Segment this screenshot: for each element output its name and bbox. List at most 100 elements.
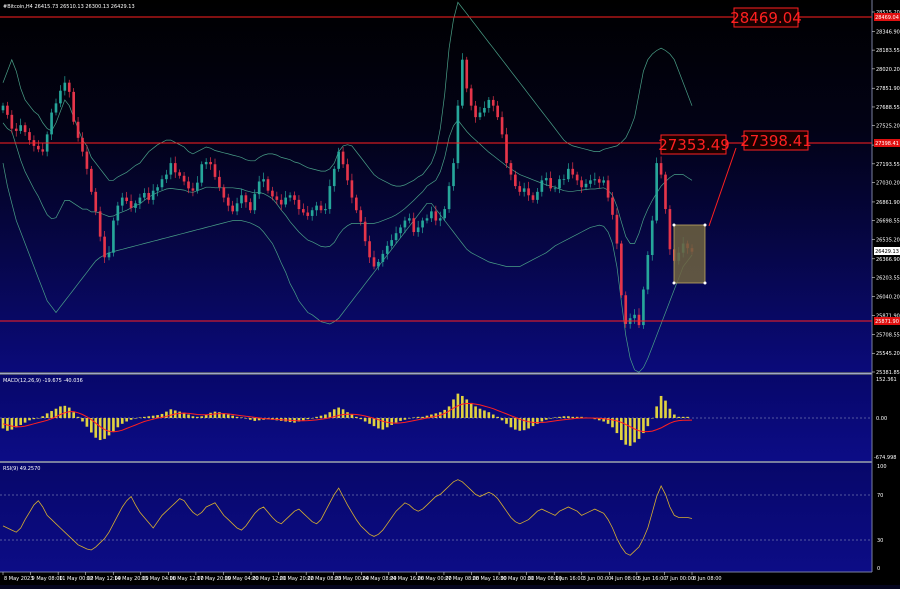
- zone-handle[interactable]: [672, 223, 676, 227]
- candle: [452, 158, 455, 191]
- rsi-axis-tick: 70: [877, 493, 883, 499]
- macd-bar: [196, 416, 199, 418]
- candle: [642, 286, 645, 329]
- macd-bar: [125, 418, 128, 422]
- candle-body: [642, 289, 645, 326]
- candle-body: [191, 188, 195, 191]
- macd-bar: [112, 418, 115, 432]
- macd-bar: [355, 416, 358, 418]
- candle-body: [37, 145, 40, 150]
- candle-body: [505, 134, 508, 164]
- candle-body: [430, 211, 433, 219]
- candle-body: [496, 105, 499, 118]
- price-tick-label: 27525.20: [876, 124, 900, 130]
- macd-bar: [23, 418, 27, 423]
- candle: [90, 165, 93, 195]
- macd-bar: [447, 406, 451, 418]
- zone-handle[interactable]: [672, 281, 676, 285]
- candle-body: [584, 183, 588, 188]
- price-tick-label: 26366.90: [876, 257, 900, 263]
- price-tick-label: 27030.20: [876, 181, 900, 187]
- candle-body: [156, 187, 159, 191]
- macd-bar: [45, 413, 49, 418]
- candle-body: [240, 195, 243, 204]
- macd-bar: [505, 418, 508, 424]
- candle: [624, 291, 628, 328]
- candle-body: [377, 261, 380, 267]
- chart-canvas[interactable]: 28469.04 27353.49 27398.41 #Bitcoin,H4 2…: [0, 0, 900, 585]
- macd-bar: [416, 416, 420, 418]
- annotation-label-27398: 27398.41: [740, 132, 812, 150]
- candle-body: [346, 164, 349, 181]
- macd-bar: [412, 417, 416, 418]
- macd-bar: [553, 417, 557, 418]
- macd-bar: [562, 416, 566, 418]
- macd-bar: [218, 412, 221, 418]
- macd-bar: [116, 418, 120, 428]
- time-tick-label: 8 Jun 08:00: [693, 576, 722, 582]
- candle-body: [213, 164, 217, 177]
- macd-bar: [681, 416, 685, 418]
- candle-body: [558, 179, 561, 189]
- candle-body: [85, 151, 89, 169]
- rsi-axis-tick: 30: [877, 538, 883, 544]
- candle-body: [244, 195, 248, 203]
- candle-body: [67, 82, 71, 92]
- candle-body: [540, 180, 544, 192]
- candle-body: [553, 188, 557, 190]
- time-tick-label: 3 Jun 00:00: [583, 576, 612, 582]
- trading-chart[interactable]: 28469.04 27353.49 27398.41 #Bitcoin,H4 2…: [0, 0, 900, 585]
- candle-body: [385, 245, 389, 254]
- candle-body: [253, 194, 257, 211]
- candle-body: [116, 205, 120, 221]
- candle-body: [107, 252, 111, 258]
- macd-bar: [668, 408, 672, 418]
- macd-bar: [390, 418, 393, 425]
- candle-body: [218, 176, 221, 188]
- time-tick-label: 8 May 2023: [4, 576, 33, 582]
- annotation-28469[interactable]: 28469.04: [730, 7, 802, 28]
- candle-body: [178, 172, 181, 176]
- candle-body: [204, 161, 208, 165]
- macd-bar: [673, 414, 676, 418]
- rsi-label: RSI(9) 49.2570: [3, 466, 40, 472]
- candle: [461, 53, 464, 109]
- price-tick-label: 26861.90: [876, 200, 900, 206]
- macd-bar: [628, 418, 632, 446]
- macd-bar: [187, 414, 190, 418]
- macd-bar: [319, 415, 323, 418]
- candle-body: [355, 197, 358, 211]
- macd-bar: [235, 416, 239, 418]
- zone-handle[interactable]: [703, 223, 707, 227]
- price-tick-label: 26698.55: [876, 219, 900, 225]
- annotation-27398[interactable]: 27398.41: [740, 130, 812, 151]
- candle-body: [408, 218, 411, 221]
- macd-bar: [646, 418, 650, 427]
- rsi-axis-tick: 0: [877, 566, 880, 572]
- annotation-27353[interactable]: 27353.49: [658, 134, 730, 155]
- candle-body: [328, 186, 332, 210]
- highlight-zone[interactable]: [673, 224, 706, 284]
- candle-body: [200, 164, 204, 183]
- candle-body: [23, 125, 27, 133]
- macd-bar: [107, 418, 111, 436]
- macd-bar: [465, 399, 469, 418]
- candle-body: [368, 241, 371, 258]
- price-tag-text: 25871.90: [875, 319, 899, 325]
- macd-bar: [421, 416, 424, 418]
- macd-bar: [14, 418, 18, 428]
- macd-bar: [1, 418, 5, 429]
- time-tick-label: 7 Jun 00:00: [665, 576, 694, 582]
- candle-body: [425, 218, 429, 221]
- candle-body: [1, 105, 5, 111]
- macd-bar: [341, 409, 345, 418]
- price-tag-25871: 25871.90: [874, 317, 900, 325]
- candle-body: [306, 212, 310, 216]
- macd-bar: [359, 418, 363, 420]
- price-tick-label: 25545.20: [876, 351, 900, 357]
- macd-label: MACD(12,26,9) -19.675 -40.036: [3, 378, 83, 384]
- candle-body: [81, 137, 84, 152]
- macd-bar: [63, 405, 67, 418]
- zone-handle[interactable]: [703, 281, 707, 285]
- macd-bar: [567, 416, 570, 418]
